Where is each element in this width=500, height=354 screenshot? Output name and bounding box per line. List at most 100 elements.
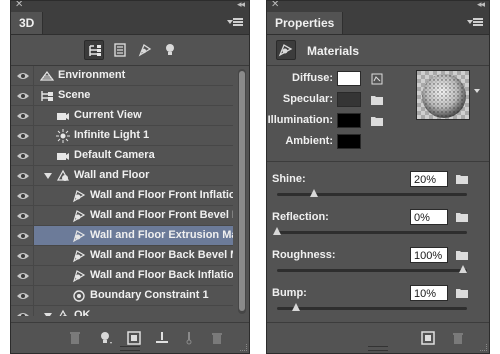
whole-scene-filter-icon[interactable] [84,40,104,60]
visibility-eye-icon[interactable] [13,86,31,105]
layer-row[interactable]: Default Camera [11,146,233,166]
color-swatch[interactable] [337,134,361,149]
chevron-down-icon[interactable] [474,89,480,93]
resize-handle[interactable] [240,344,247,351]
layer-cell[interactable]: Current View [33,106,233,125]
slider-track[interactable] [277,265,467,273]
layer-row[interactable]: OK [11,306,233,316]
slider-value-input[interactable]: 100% [410,247,448,263]
layer-row[interactable]: Wall and Floor Extrusion Ma... [11,226,233,246]
layer-cell[interactable]: Wall and Floor Front Inflatio... [33,186,233,205]
layer-cell[interactable]: Infinite Light 1 [33,126,233,145]
slider-thumb[interactable] [459,265,467,273]
meshes-filter-icon[interactable] [110,40,130,60]
materials-header: Materials [267,35,489,66]
visibility-eye-icon[interactable] [13,306,31,316]
panel-grip[interactable] [120,346,140,351]
color-swatch[interactable] [337,92,361,107]
close-icon[interactable]: ✕ [271,1,279,10]
layer-label: Wall and Floor Extrusion Ma... [90,229,233,241]
visibility-eye-icon[interactable] [13,166,31,185]
layer-cell[interactable]: OK [33,306,233,316]
layer-row[interactable]: Current View [11,106,233,126]
layer-row[interactable]: Wall and Floor Back Bevel M... [11,246,233,266]
slider-value-input[interactable]: 10% [410,285,448,301]
texture-map-icon[interactable] [371,73,383,85]
visibility-eye-icon[interactable] [13,206,31,225]
layer-row[interactable]: Wall and Floor [11,166,233,186]
visibility-eye-icon[interactable] [13,246,31,265]
slider-value-input[interactable]: 20% [410,171,448,187]
folder-icon[interactable] [371,116,383,126]
folder-icon[interactable] [456,288,468,298]
layer-cell[interactable]: Wall and Floor Front Bevel M... [33,206,233,225]
color-swatch[interactable] [337,113,361,128]
panel-menu-icon[interactable] [467,16,483,28]
expand-triangle-icon[interactable] [44,313,52,316]
visibility-eye-icon[interactable] [13,106,31,125]
visibility-eye-icon[interactable] [13,126,31,145]
visibility-eye-icon[interactable] [13,146,31,165]
layer-row[interactable]: Wall and Floor Back Inflation... [11,266,233,286]
visibility-eye-icon[interactable] [13,66,31,85]
add-light-icon[interactable] [98,330,114,346]
layer-label: Wall and Floor Back Inflation... [90,269,233,281]
visibility-eye-icon[interactable] [13,286,31,305]
panel-footer [11,322,249,353]
scrollbar-thumb[interactable] [239,71,245,311]
layer-label: Current View [74,109,142,121]
tab-3d[interactable]: 3D [11,12,44,34]
lights-filter-icon[interactable] [160,40,180,60]
slider-track[interactable] [273,227,467,235]
collapse-icon[interactable]: ◂◂ [237,1,245,10]
layer-row[interactable]: Boundary Constraint 1 [11,286,233,306]
resize-handle[interactable] [480,344,487,351]
layer-cell[interactable]: Wall and Floor Extrusion Ma... [33,226,233,245]
drop-to-ground-icon[interactable] [154,330,170,346]
scrollbar[interactable] [238,69,246,314]
slider-track[interactable] [277,189,467,197]
layer-cell[interactable]: Scene [33,86,233,105]
folder-icon[interactable] [456,212,468,222]
slider-value-input[interactable]: 0% [410,209,448,225]
layer-row[interactable]: Environment [11,66,233,86]
layer-cell[interactable]: Wall and Floor [33,166,233,185]
folder-icon[interactable] [456,174,468,184]
slider-thumb[interactable] [292,303,300,311]
visibility-eye-icon[interactable] [13,186,31,205]
layer-cell[interactable]: Boundary Constraint 1 [33,286,233,305]
slider-track[interactable] [277,303,467,311]
material-preview[interactable] [416,70,470,120]
render-icon[interactable] [126,330,142,346]
folder-icon[interactable] [456,250,468,260]
scene-icon [40,89,54,103]
layer-cell[interactable]: Environment [33,66,233,85]
render-icon[interactable] [420,330,436,346]
tab-bar: 3D [11,12,249,35]
slider-thumb[interactable] [273,227,281,235]
layer-row[interactable]: Scene [11,86,233,106]
properties-panel: ✕ ◂◂ Properties Materials Diffuse: Specul… [266,0,490,354]
layer-cell[interactable]: Default Camera [33,146,233,165]
layer-cell[interactable]: Wall and Floor Back Bevel M... [33,246,233,265]
color-swatch[interactable] [337,71,361,86]
layer-cell[interactable]: Wall and Floor Back Inflation... [33,266,233,285]
layer-row[interactable]: Wall and Floor Front Inflatio... [11,186,233,206]
scene-layer-list: Environment Scene Current View Infinite Lig… [11,66,233,316]
tab-properties[interactable]: Properties [267,12,344,34]
expand-triangle-icon[interactable] [44,173,52,179]
visibility-eye-icon[interactable] [13,226,31,245]
visibility-eye-icon[interactable] [13,266,31,285]
slider-thumb[interactable] [310,189,318,197]
trash-icon-disabled [450,330,466,346]
panel-menu-icon[interactable] [227,16,243,28]
collapse-icon[interactable]: ◂◂ [477,1,485,10]
layer-row[interactable]: Infinite Light 1 [11,126,233,146]
panel-grip[interactable] [368,346,388,351]
folder-icon[interactable] [371,95,383,105]
layer-row[interactable]: Wall and Floor Front Bevel M... [11,206,233,226]
close-icon[interactable]: ✕ [15,1,23,10]
material-icon [72,249,86,263]
slider-row: Shine: 20% [267,171,489,197]
materials-filter-icon[interactable] [135,40,155,60]
